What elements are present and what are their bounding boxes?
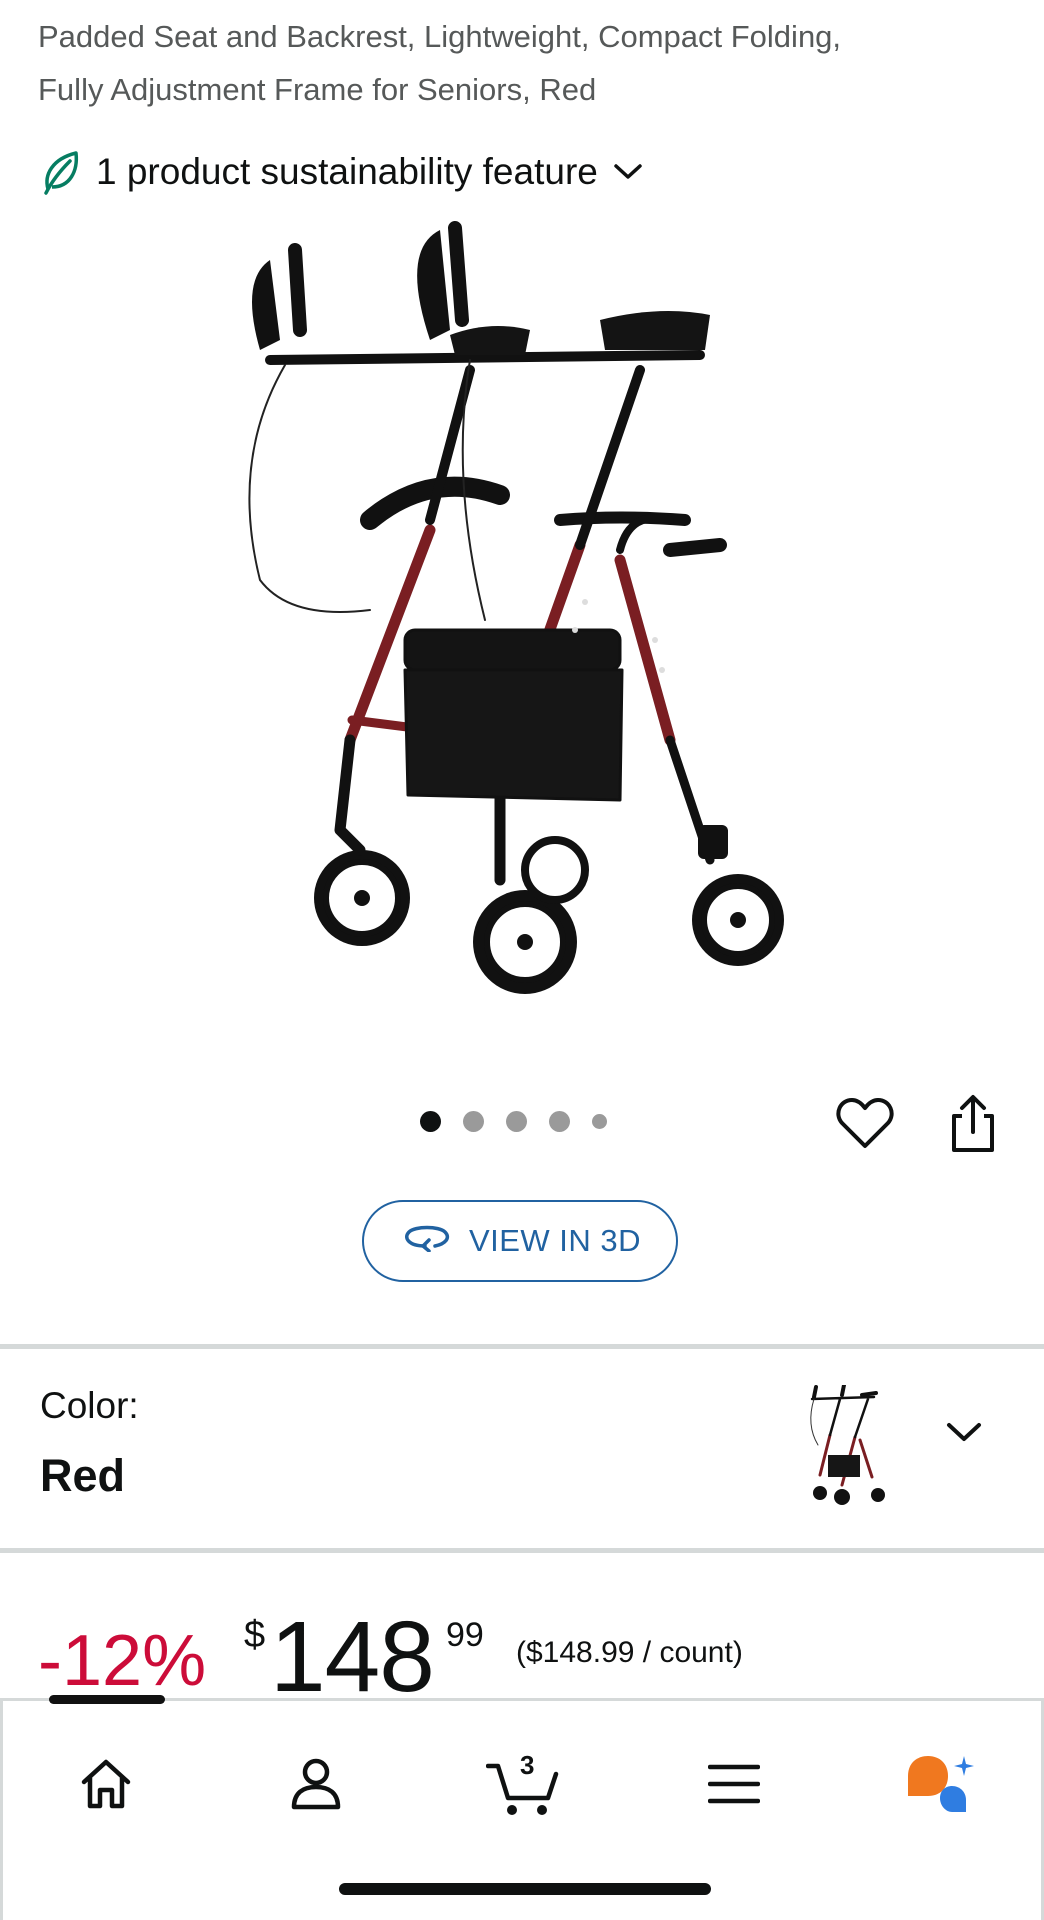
carousel-dot[interactable]	[420, 1111, 441, 1132]
carousel-dot[interactable]	[549, 1111, 570, 1132]
share-button[interactable]	[948, 1094, 998, 1159]
color-value: Red	[40, 1450, 126, 1501]
view-in-3d-label: VIEW IN 3D	[468, 1223, 642, 1258]
bottom-navigation-bar: 3	[0, 1695, 1044, 1920]
front-left-wheel	[314, 850, 410, 946]
price-currency-symbol: $	[244, 1614, 266, 1656]
carousel-dot[interactable]	[506, 1111, 527, 1132]
sustainability-feature-toggle[interactable]: 1 product sustainability feature	[40, 144, 644, 200]
section-divider	[0, 1344, 1044, 1349]
nav-cart[interactable]: 3	[479, 1741, 569, 1831]
cart-count-badge: 3	[520, 1750, 535, 1780]
rotate-3d-icon	[399, 1222, 455, 1260]
home-indicator	[339, 1883, 711, 1895]
chevron-down-icon	[944, 1418, 984, 1451]
chevron-down-icon	[612, 161, 644, 183]
product-image[interactable]	[200, 220, 840, 1020]
discount-percentage: -12%	[38, 1621, 207, 1701]
section-divider	[0, 1548, 1044, 1553]
front-center-wheel	[473, 890, 577, 994]
product-title-line-1: Padded Seat and Backrest, Lightweight, C…	[38, 19, 842, 54]
nav-home[interactable]	[61, 1741, 151, 1831]
color-swatch-thumbnail[interactable]	[800, 1383, 900, 1505]
product-title: Padded Seat and Backrest, Lightweight, C…	[38, 10, 1018, 116]
wishlist-button[interactable]	[836, 1096, 894, 1155]
image-carousel-dots[interactable]	[420, 1111, 607, 1132]
leaf-icon	[40, 149, 82, 195]
product-title-line-2: Fully Adjustment Frame for Seniors, Red	[38, 72, 597, 107]
price-fraction: 99	[446, 1616, 484, 1654]
menu-icon	[707, 1763, 761, 1810]
active-tab-indicator	[49, 1695, 165, 1704]
nav-menu[interactable]	[689, 1741, 779, 1831]
rear-right-wheel	[692, 874, 784, 966]
cart-icon: 3	[485, 1750, 562, 1818]
unit-price: ($148.99 / count)	[516, 1636, 743, 1669]
view-in-3d-button[interactable]: VIEW IN 3D	[362, 1200, 678, 1282]
carousel-dot[interactable]	[463, 1111, 484, 1132]
heart-icon	[836, 1098, 894, 1154]
sustainability-label: 1 product sustainability feature	[96, 151, 598, 192]
color-label: Color:	[40, 1385, 139, 1426]
account-icon	[289, 1757, 343, 1816]
share-icon	[948, 1095, 998, 1158]
rufus-icon	[904, 1752, 976, 1821]
carousel-dot[interactable]	[592, 1114, 607, 1129]
nav-account[interactable]	[271, 1741, 361, 1831]
home-icon	[78, 1758, 134, 1815]
nav-rufus[interactable]	[895, 1741, 985, 1831]
rollator-walker-illustration	[248, 221, 784, 994]
